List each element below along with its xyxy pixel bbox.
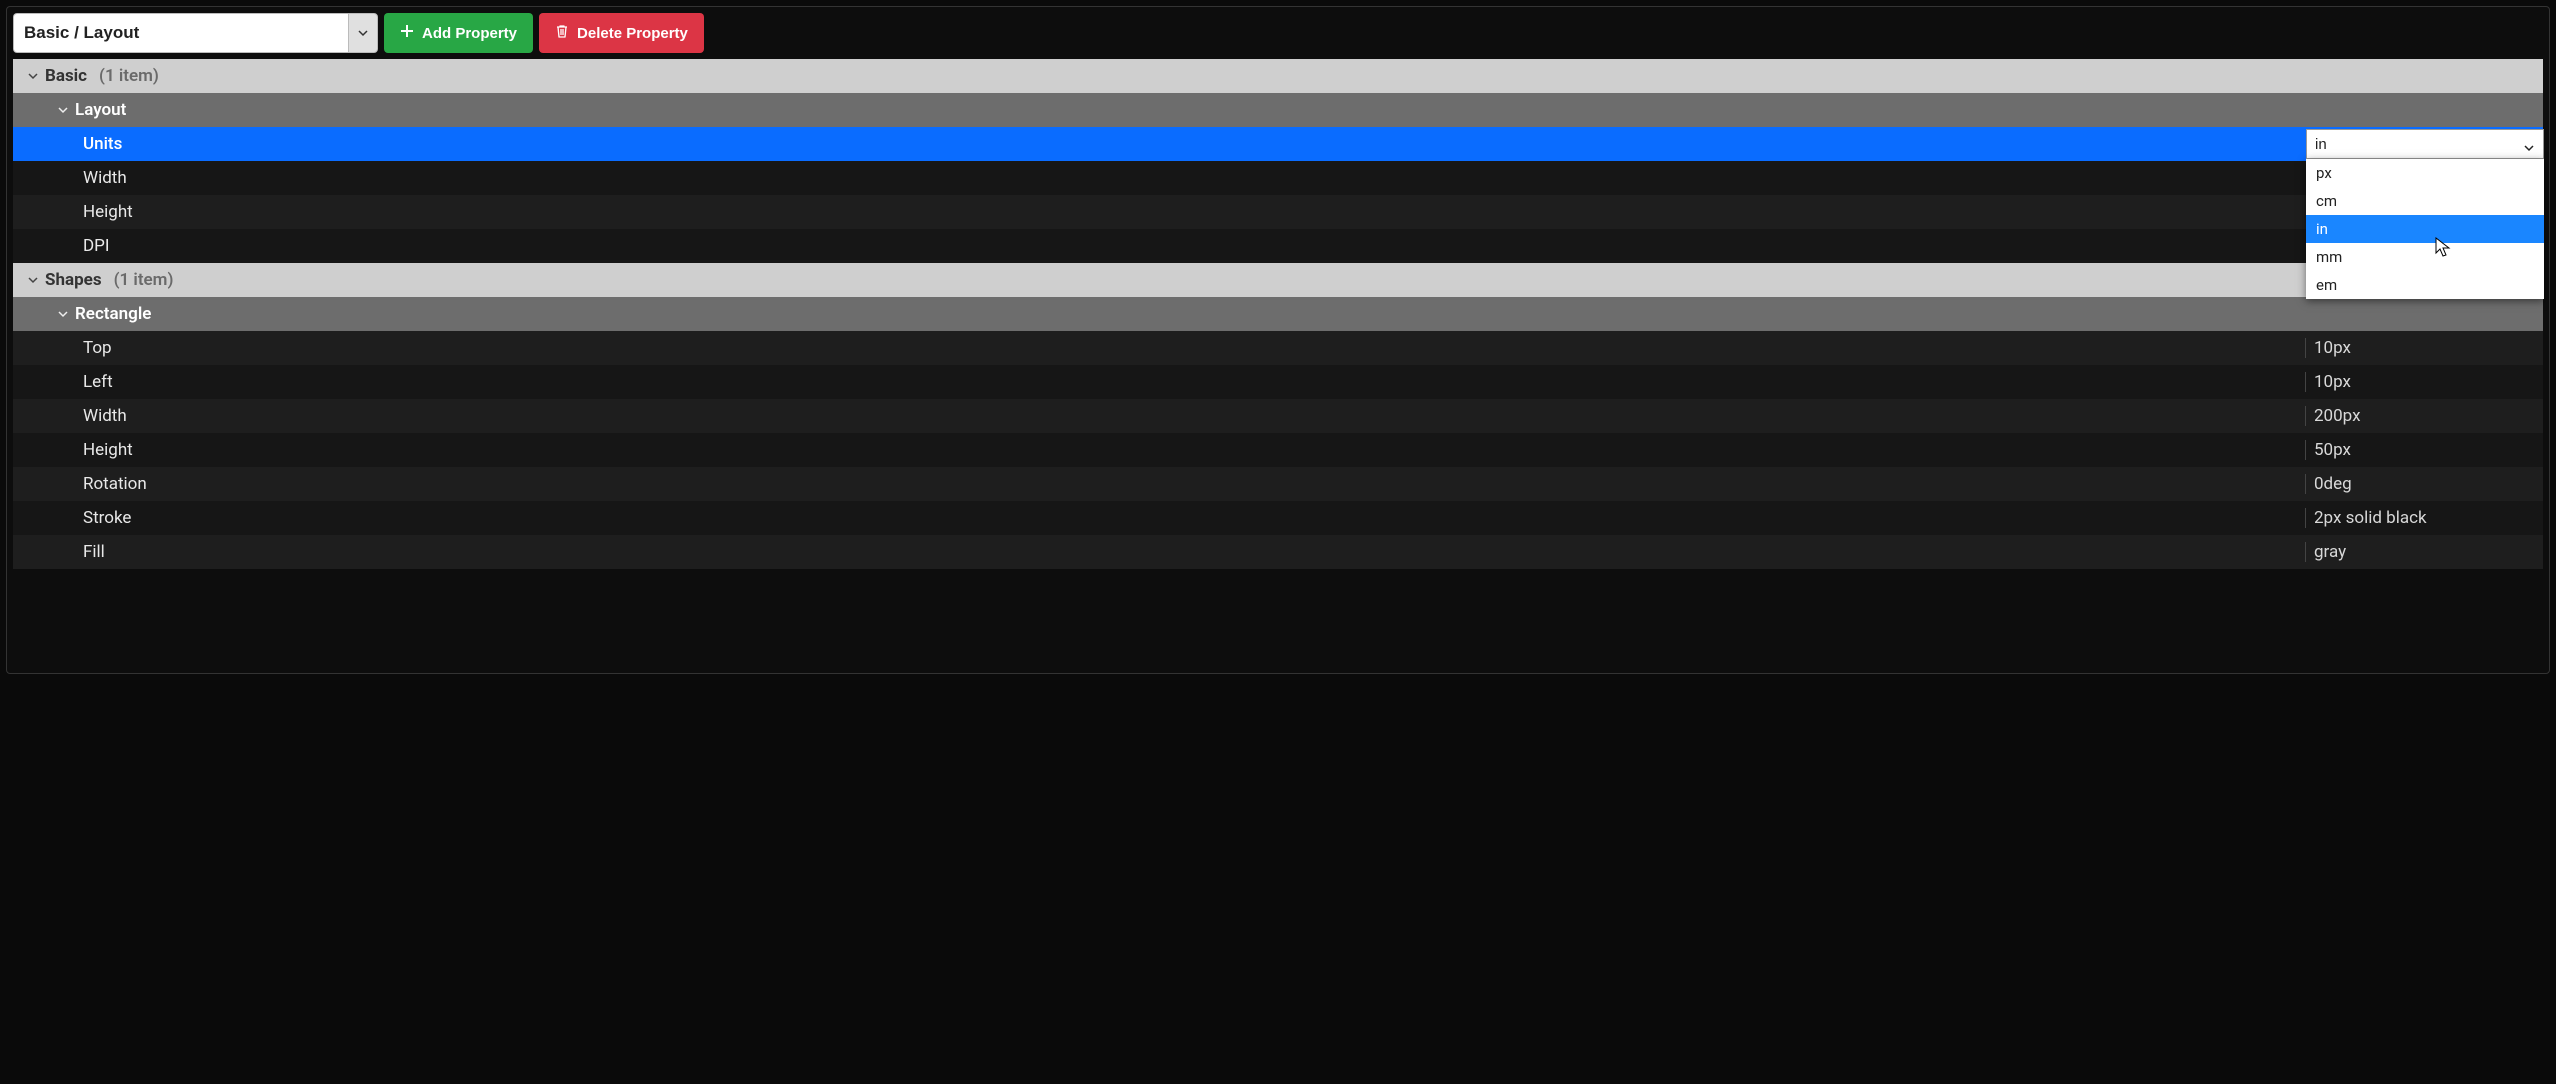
path-dropdown-button[interactable] (348, 13, 378, 53)
add-property-button[interactable]: Add Property (384, 13, 533, 53)
property-name: Units (83, 134, 122, 154)
units-option[interactable]: px (2306, 159, 2544, 187)
delete-property-button[interactable]: Delete Property (539, 13, 704, 53)
group-header[interactable]: Rectangle (13, 297, 2543, 331)
property-value: 0deg (2314, 474, 2352, 494)
units-option[interactable]: cm (2306, 187, 2544, 215)
property-row[interactable]: Rotation 0deg (13, 467, 2543, 501)
chevron-down-icon (27, 70, 39, 82)
property-name: Width (83, 168, 127, 188)
property-value: 200px (2314, 406, 2361, 426)
add-property-label: Add Property (422, 25, 517, 42)
property-row[interactable]: Height (13, 195, 2543, 229)
toolbar: Add Property Delete Property (7, 7, 2549, 59)
chevron-down-icon (27, 274, 39, 286)
path-input[interactable] (13, 13, 348, 53)
property-tree: pxcminmmem Basic (1 item) Layout Units Width… (7, 59, 2549, 673)
property-row[interactable]: Height 50px (13, 433, 2543, 467)
section-header[interactable]: Shapes (1 item) (13, 263, 2543, 297)
property-name: Height (83, 202, 133, 222)
units-option[interactable]: in (2306, 215, 2544, 243)
property-row[interactable]: Stroke 2px solid black (13, 501, 2543, 535)
property-row[interactable]: Left 10px (13, 365, 2543, 399)
trash-icon (555, 24, 569, 42)
units-option[interactable]: mm (2306, 243, 2544, 271)
property-row[interactable]: Width 200px (13, 399, 2543, 433)
property-name: Left (83, 372, 113, 392)
chevron-down-icon (57, 308, 69, 320)
section-title: Shapes (45, 270, 102, 290)
property-row[interactable]: Top 10px (13, 331, 2543, 365)
chevron-down-icon (57, 104, 69, 116)
group-title: Layout (75, 100, 126, 120)
chevron-down-icon (357, 27, 369, 39)
property-row[interactable]: Fill gray (13, 535, 2543, 569)
property-name: Rotation (83, 474, 147, 494)
section-header[interactable]: Basic (1 item) (13, 59, 2543, 93)
property-editor-panel: Add Property Delete Property pxcminmmem (6, 6, 2550, 674)
units-dropdown-list[interactable]: pxcminmmem (2306, 159, 2544, 299)
path-selector (13, 13, 378, 53)
property-row[interactable]: Units (13, 127, 2543, 161)
property-value: 10px (2314, 372, 2351, 392)
units-select[interactable] (2306, 129, 2544, 159)
property-row[interactable]: Width (13, 161, 2543, 195)
property-value: 50px (2314, 440, 2351, 460)
property-name: Fill (83, 542, 105, 562)
group-header[interactable]: Layout (13, 93, 2543, 127)
property-name: Width (83, 406, 127, 426)
section-count: (1 item) (99, 66, 159, 86)
property-value: 10px (2314, 338, 2351, 358)
property-name: Top (83, 338, 112, 358)
property-name: DPI (83, 236, 110, 256)
property-value: gray (2314, 542, 2346, 562)
group-title: Rectangle (75, 304, 151, 324)
property-name: Stroke (83, 508, 131, 528)
units-option[interactable]: em (2306, 271, 2544, 299)
delete-property-label: Delete Property (577, 25, 688, 42)
section-count: (1 item) (114, 270, 174, 290)
plus-icon (400, 24, 414, 42)
property-name: Height (83, 440, 133, 460)
section-title: Basic (45, 66, 87, 86)
property-value: 2px solid black (2314, 508, 2427, 528)
property-row[interactable]: DPI (13, 229, 2543, 263)
